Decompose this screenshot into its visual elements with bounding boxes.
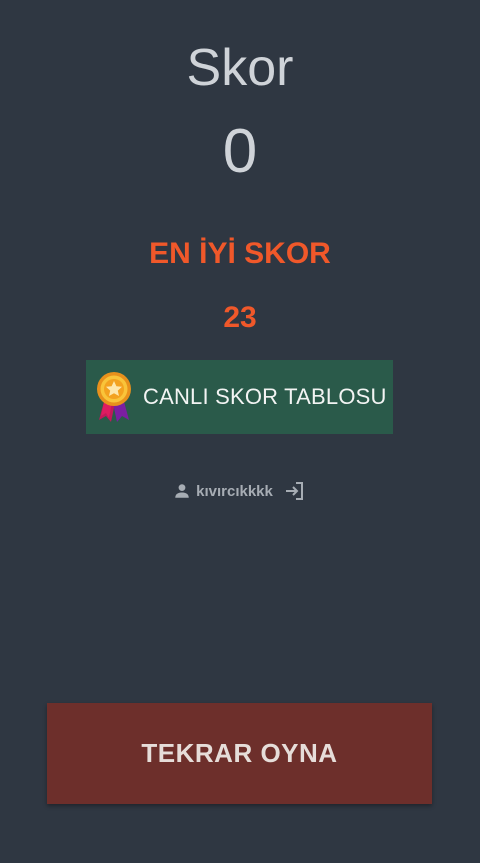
username: kıvırcıkkkk <box>196 482 273 500</box>
person-icon <box>175 484 189 498</box>
leaderboard-label: CANLI SKOR TABLOSU <box>143 384 387 409</box>
user-row: kıvırcıkkkk <box>0 479 480 503</box>
best-score-label: EN İYİ SKOR <box>149 237 331 270</box>
logout-icon[interactable] <box>283 479 307 503</box>
replay-label: TEKRAR OYNA <box>141 738 338 768</box>
medal-icon <box>97 372 131 422</box>
leaderboard-button[interactable]: CANLI SKOR TABLOSU <box>86 360 393 434</box>
replay-button[interactable]: TEKRAR OYNA <box>47 703 432 804</box>
score-value: 0 <box>222 117 258 186</box>
best-score-value: 23 <box>223 301 257 334</box>
score-label: Skor <box>186 39 294 97</box>
